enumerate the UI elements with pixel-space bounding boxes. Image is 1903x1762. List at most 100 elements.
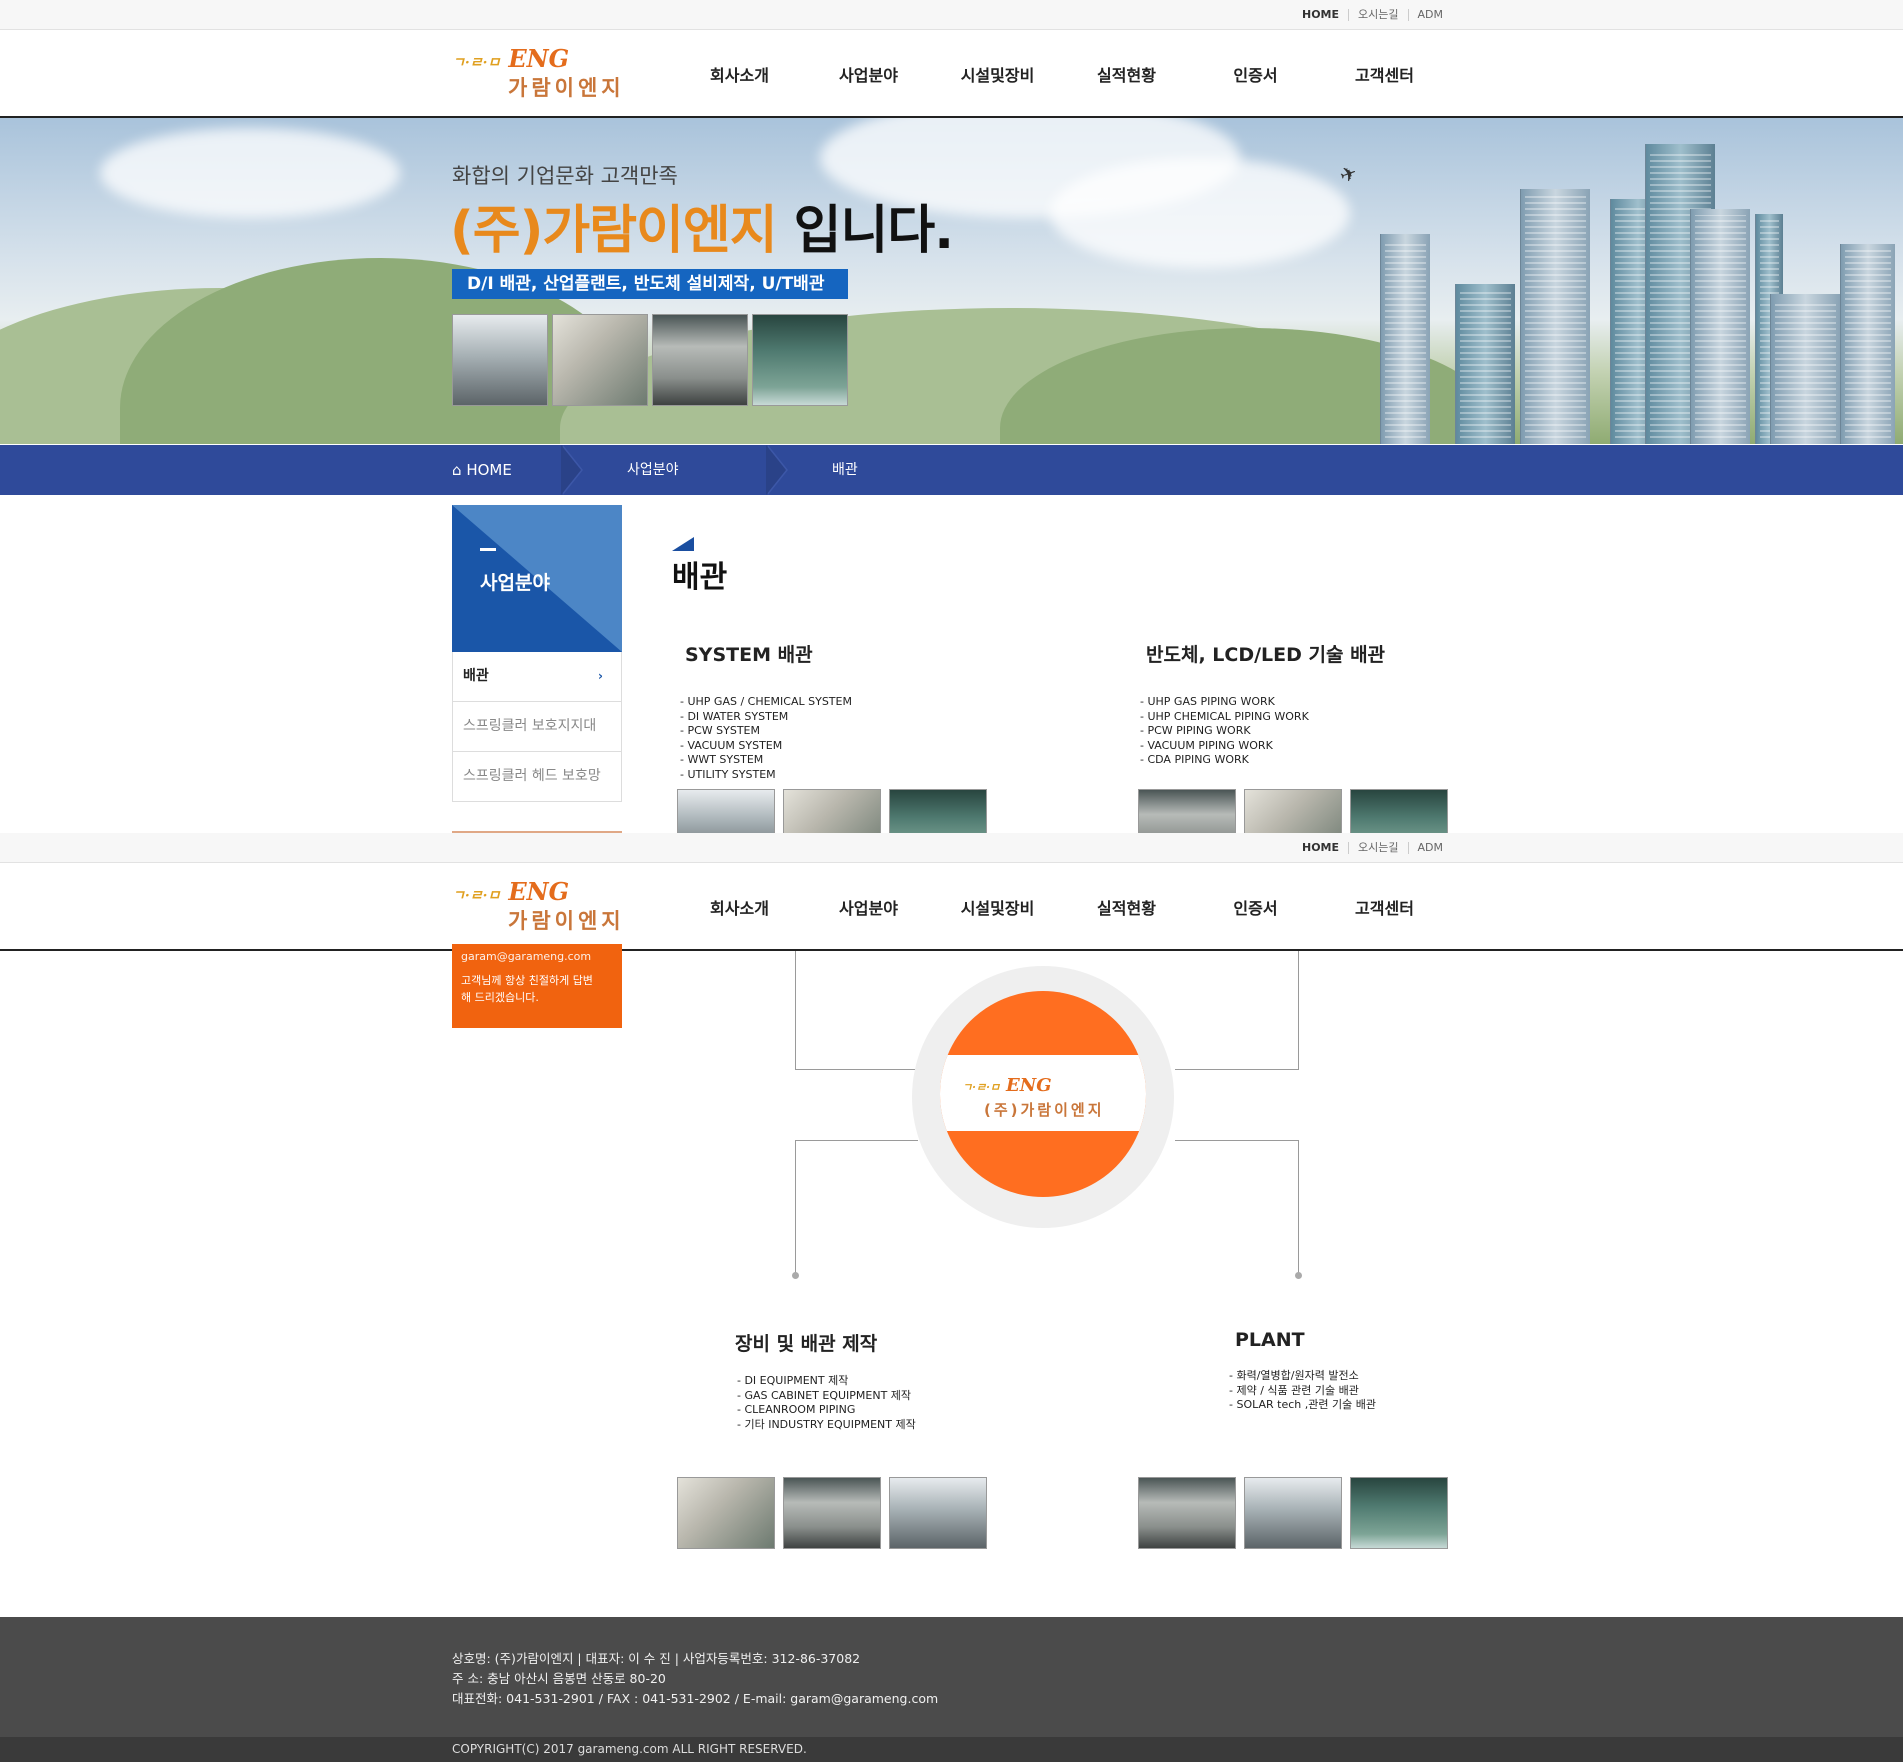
hero-title-company: (주)가람이엔지 (450, 201, 778, 261)
breadcrumb-separator (766, 445, 788, 495)
nav-business[interactable]: 사업분야 (804, 62, 933, 86)
hero-banner: ✈ 화합의 기업문화 고객만족 (주)가람이엔지 입니다. D/I 배관, 산업… (0, 118, 1903, 444)
sidebar-item-sprinkler-support[interactable]: 스프링클러 보호지지대 (452, 702, 622, 752)
list-item: - UTILITY SYSTEM (680, 767, 776, 781)
hero-photo (752, 314, 848, 406)
nav-company[interactable]: 회사소개 (675, 62, 804, 86)
section-title: 반도체, LCD/LED 기술 배관 (1146, 644, 1386, 666)
list-item: - 기타 INDUSTRY EQUIPMENT 제작 (737, 1417, 916, 1431)
util-admin-link[interactable]: ADM (1407, 842, 1453, 854)
contact-email[interactable]: garam@garameng.com (461, 950, 613, 963)
section-photo (1244, 1477, 1342, 1549)
center-logo-eng: ㄱ·ㄹ·ㅁ ENG (962, 1075, 1052, 1096)
nav-company[interactable]: 회사소개 (675, 895, 804, 919)
section-list: - UHP GAS / CHEMICAL SYSTEM - DI WATER S… (680, 695, 852, 782)
hero-photo (452, 314, 548, 406)
section-photo (1138, 1477, 1236, 1549)
logo-eng: ㄱ·ㄹ·ㅁ ENG (452, 877, 570, 906)
section-photos (1138, 1477, 1448, 1549)
sidebar-title: 사업분야 (480, 572, 550, 594)
footer-copyright-bar: COPYRIGHT(C) 2017 garameng.com ALL RIGHT… (0, 1737, 1903, 1762)
sidebar-item-piping[interactable]: 배관 › (452, 652, 622, 702)
section-system-piping: SYSTEM 배관 - UHP GAS / CHEMICAL SYSTEM - … (677, 640, 987, 861)
building (1455, 284, 1515, 444)
section-photo (783, 1477, 881, 1549)
section-title: PLANT (1235, 1329, 1305, 1351)
util-home-link[interactable]: HOME (1293, 842, 1348, 854)
list-item: - SOLAR tech ,관련 기술 배관 (1229, 1398, 1376, 1411)
list-item: - DI WATER SYSTEM (680, 709, 789, 723)
breadcrumb-home[interactable]: ⌂ HOME (452, 445, 512, 495)
section-photo (677, 1477, 775, 1549)
footer-line-business: 상호명: (주)가람이엔지 | 대표자: 이 수 진 | 사업자등록번호: 31… (452, 1651, 861, 1666)
site-logo[interactable]: ㄱ·ㄹ·ㅁ ENG 가람이엔지 (452, 877, 667, 937)
util-home-link[interactable]: HOME (1293, 9, 1348, 21)
cloud (100, 128, 400, 218)
list-item: - WWT SYSTEM (680, 753, 764, 766)
util-location-link[interactable]: 오시는길 (1348, 9, 1407, 21)
connector-line (795, 1140, 796, 1275)
hero-thumbnails (452, 314, 848, 406)
nav-business[interactable]: 사업분야 (804, 895, 933, 919)
main-nav: 회사소개 사업분야 시설및장비 실적현황 인증서 고객센터 (675, 30, 1449, 118)
list-item: - 화력/열병합/원자력 발전소 (1229, 1369, 1359, 1382)
connector-line (795, 1069, 918, 1070)
section-plant: PLANT - 화력/열병합/원자력 발전소 - 제약 / 식품 관련 기술 배… (1138, 1329, 1448, 1549)
nav-customer-center[interactable]: 고객센터 (1320, 895, 1449, 919)
sidebar-dash (480, 548, 496, 551)
nav-facility[interactable]: 시설및장비 (933, 895, 1062, 919)
sticky-util-bar: HOME 오시는길 ADM (0, 833, 1903, 863)
site-logo[interactable]: ㄱ·ㄹ·ㅁ ENG 가람이엔지 (452, 44, 667, 104)
section-semiconductor-piping: 반도체, LCD/LED 기술 배관 - UHP GAS PIPING WORK… (1138, 640, 1448, 861)
breadcrumb-level1[interactable]: 사업분야 (627, 445, 679, 495)
util-bar: HOME 오시는길 ADM (0, 0, 1903, 30)
list-item: - UHP GAS PIPING WORK (1140, 695, 1275, 708)
connector-dot (792, 1272, 799, 1279)
nav-results[interactable]: 실적현황 (1062, 895, 1191, 919)
list-item: - PCW PIPING WORK (1140, 724, 1251, 737)
hero-title: (주)가람이엔지 입니다. (450, 188, 954, 263)
breadcrumb-separator (561, 445, 583, 495)
list-item: - VACUUM SYSTEM (680, 738, 783, 752)
nav-facility[interactable]: 시설및장비 (933, 62, 1062, 86)
section-photo (1350, 1477, 1448, 1549)
util-location-link[interactable]: 오시는길 (1348, 842, 1407, 854)
nav-results[interactable]: 실적현황 (1062, 62, 1191, 86)
list-item: - UHP CHEMICAL PIPING WORK (1140, 709, 1309, 723)
sticky-header: ㄱ·ㄹ·ㅁ ENG 가람이엔지 회사소개 사업분야 시설및장비 실적현황 인증서 … (0, 863, 1903, 951)
title-accent-mark (672, 537, 694, 551)
footer-copyright: COPYRIGHT(C) 2017 garameng.com ALL RIGHT… (452, 1742, 807, 1756)
building (1380, 234, 1430, 444)
home-icon: ⌂ (452, 461, 462, 479)
list-item: - PCW SYSTEM (680, 724, 760, 737)
connector-line (1175, 1069, 1299, 1070)
list-item: - GAS CABINET EQUIPMENT 제작 (737, 1388, 912, 1402)
building (1520, 189, 1590, 444)
hero-photo (652, 314, 748, 406)
building (1840, 244, 1895, 444)
list-item: - 제약 / 식품 관련 기술 배관 (1229, 1383, 1359, 1397)
util-admin-link[interactable]: ADM (1407, 9, 1453, 21)
cloud (1050, 158, 1350, 268)
util-links: HOME 오시는길 ADM (1293, 833, 1452, 863)
footer-line-address: 주 소: 충남 아산시 음봉면 산동로 80-20 (452, 1671, 666, 1686)
sidebar-item-sprinkler-head-guard[interactable]: 스프링클러 헤드 보호망 (452, 752, 622, 802)
nav-customer-center[interactable]: 고객센터 (1320, 62, 1449, 86)
nav-certificates[interactable]: 인증서 (1191, 895, 1320, 919)
contact-message: 고객님께 항상 친절하게 답변 해 드리겠습니다. (461, 974, 593, 1004)
nav-certificates[interactable]: 인증서 (1191, 62, 1320, 86)
connector-line (1298, 950, 1299, 1070)
breadcrumb-level2[interactable]: 배관 (832, 445, 858, 495)
center-logo-korean: (주)가람이엔지 (984, 1101, 1105, 1119)
section-list: - 화력/열병합/원자력 발전소 - 제약 / 식품 관련 기술 배관 - SO… (1229, 1369, 1376, 1413)
connector-line (1298, 1140, 1299, 1275)
connector-dot (1295, 1272, 1302, 1279)
section-equipment: 장비 및 배관 제작 - DI EQUIPMENT 제작 - GAS CABIN… (677, 1329, 987, 1549)
list-item: - CDA PIPING WORK (1140, 753, 1249, 766)
building (1770, 294, 1840, 444)
center-logo: ㄱ·ㄹ·ㅁ ENG (주)가람이엔지 (940, 991, 1146, 1197)
footer-line-contact: 대표전화: 041-531-2901 / FAX : 041-531-2902 … (452, 1691, 939, 1706)
chevron-right-icon: › (598, 669, 603, 683)
logo-korean: 가람이엔지 (508, 909, 625, 933)
sidebar-menu: 배관 › 스프링클러 보호지지대 스프링클러 헤드 보호망 (452, 652, 622, 802)
